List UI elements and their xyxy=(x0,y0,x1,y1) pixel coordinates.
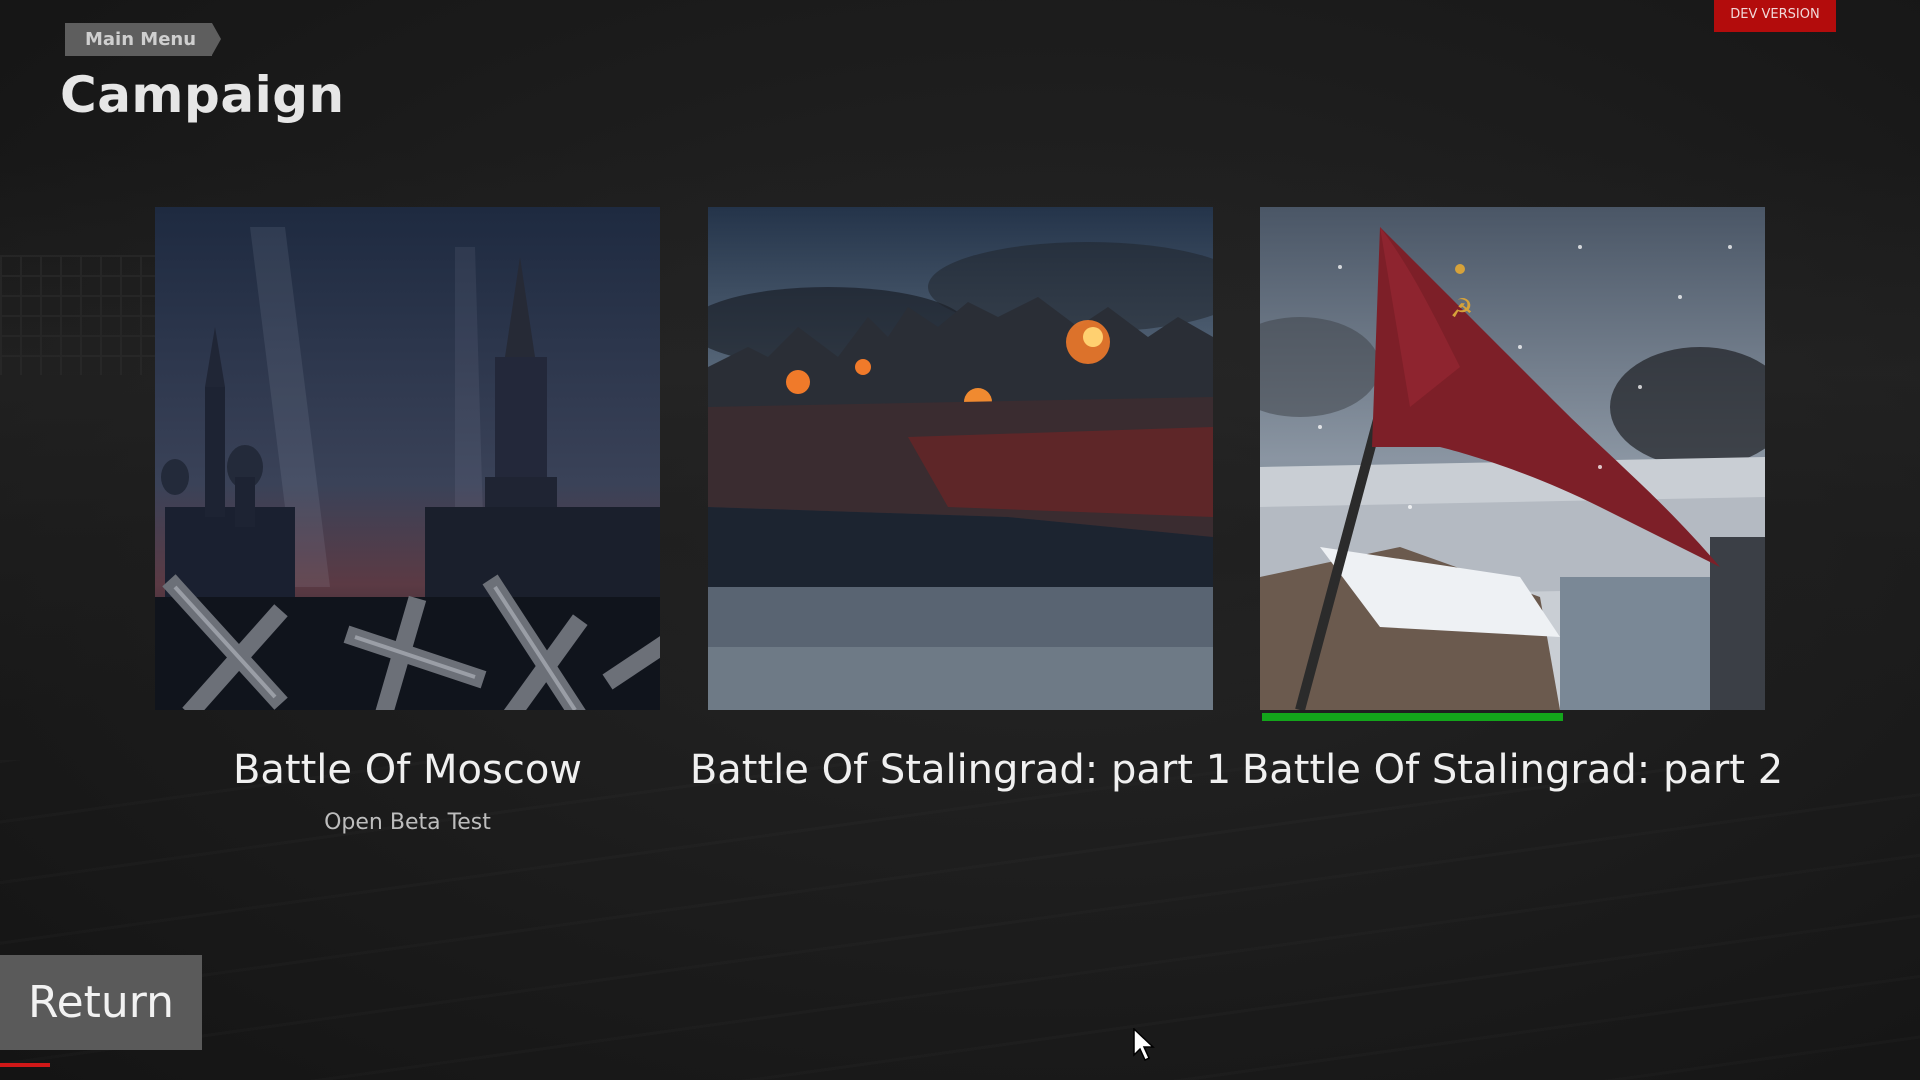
campaign-subtitle-moscow: Open Beta Test xyxy=(324,810,491,835)
dev-version-badge: DEV VERSION xyxy=(1714,0,1836,32)
mouse-cursor-icon xyxy=(1133,1028,1155,1062)
moscow-kremlin-art xyxy=(155,207,660,710)
campaign-screen: Main Menu Campaign DEV VERSION Battle Of… xyxy=(0,0,1920,1080)
campaign-title-stalingrad-1: Battle Of Stalingrad: part 1 xyxy=(689,747,1232,793)
page-title: Campaign xyxy=(60,66,345,124)
campaign-title-moscow: Battle Of Moscow xyxy=(232,747,583,793)
background-grid xyxy=(0,255,160,375)
return-accent-underline xyxy=(0,1063,50,1067)
background-floor xyxy=(0,760,1920,1080)
campaign-card-moscow[interactable]: Battle Of Moscow Open Beta Test xyxy=(155,207,660,835)
campaign-progress-fill xyxy=(1262,713,1563,721)
soviet-flag-art: ☭ xyxy=(1260,207,1765,710)
breadcrumb-main-menu[interactable]: Main Menu xyxy=(65,23,222,56)
campaign-title-stalingrad-2: Battle Of Stalingrad: part 2 xyxy=(1241,747,1784,793)
campaign-progress-bar xyxy=(1262,713,1763,721)
burning-city-art xyxy=(708,207,1213,710)
svg-text:☭: ☭ xyxy=(1450,294,1473,324)
campaign-card-stalingrad-2[interactable]: ☭ Battle Of Stalingrad: part 2 xyxy=(1242,207,1783,793)
campaign-card-stalingrad-1[interactable]: Battle Of Stalingrad: part 1 xyxy=(690,207,1231,793)
return-button[interactable]: Return xyxy=(0,955,202,1050)
